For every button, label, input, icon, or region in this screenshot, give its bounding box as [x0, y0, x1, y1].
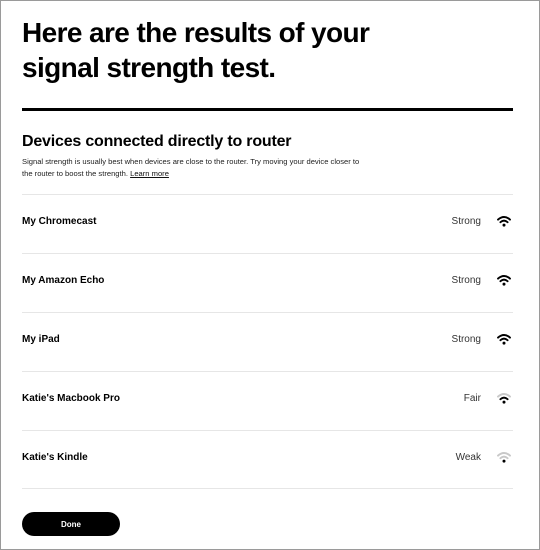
wifi-strong-icon	[497, 216, 511, 227]
section-title: Devices connected directly to router	[22, 133, 292, 150]
signal-status: Strong	[451, 216, 481, 227]
device-row: Katie's Kindle Weak	[22, 430, 513, 489]
device-name: My Amazon Echo	[22, 275, 105, 286]
device-row: My iPad Strong	[22, 312, 513, 371]
page-title: Here are the results of your signal stre…	[22, 17, 370, 83]
signal-status: Strong	[451, 275, 481, 286]
section-divider	[22, 108, 513, 111]
device-name: Katie's Macbook Pro	[22, 393, 120, 404]
signal-status: Strong	[451, 334, 481, 345]
wifi-fair-icon	[497, 393, 511, 404]
device-row: Katie's Macbook Pro Fair	[22, 371, 513, 430]
wifi-strong-icon	[497, 334, 511, 345]
signal-status: Fair	[463, 393, 481, 404]
device-name: Katie's Kindle	[22, 452, 88, 463]
device-list: My Chromecast Strong My Amazon Echo Stro…	[22, 194, 513, 489]
device-row: My Chromecast Strong	[22, 194, 513, 253]
signal-status: Weak	[455, 452, 481, 463]
learn-more-link[interactable]: Learn more	[130, 169, 169, 178]
wifi-strong-icon	[497, 275, 511, 286]
description-text: Signal strength is usually best when dev…	[22, 157, 360, 178]
device-name: My iPad	[22, 334, 60, 345]
device-name: My Chromecast	[22, 216, 97, 227]
wifi-weak-icon	[497, 452, 511, 463]
done-button[interactable]: Done	[22, 512, 120, 536]
results-page: Here are the results of your signal stre…	[0, 0, 540, 550]
device-row: My Amazon Echo Strong	[22, 253, 513, 312]
section-description: Signal strength is usually best when dev…	[22, 156, 362, 180]
